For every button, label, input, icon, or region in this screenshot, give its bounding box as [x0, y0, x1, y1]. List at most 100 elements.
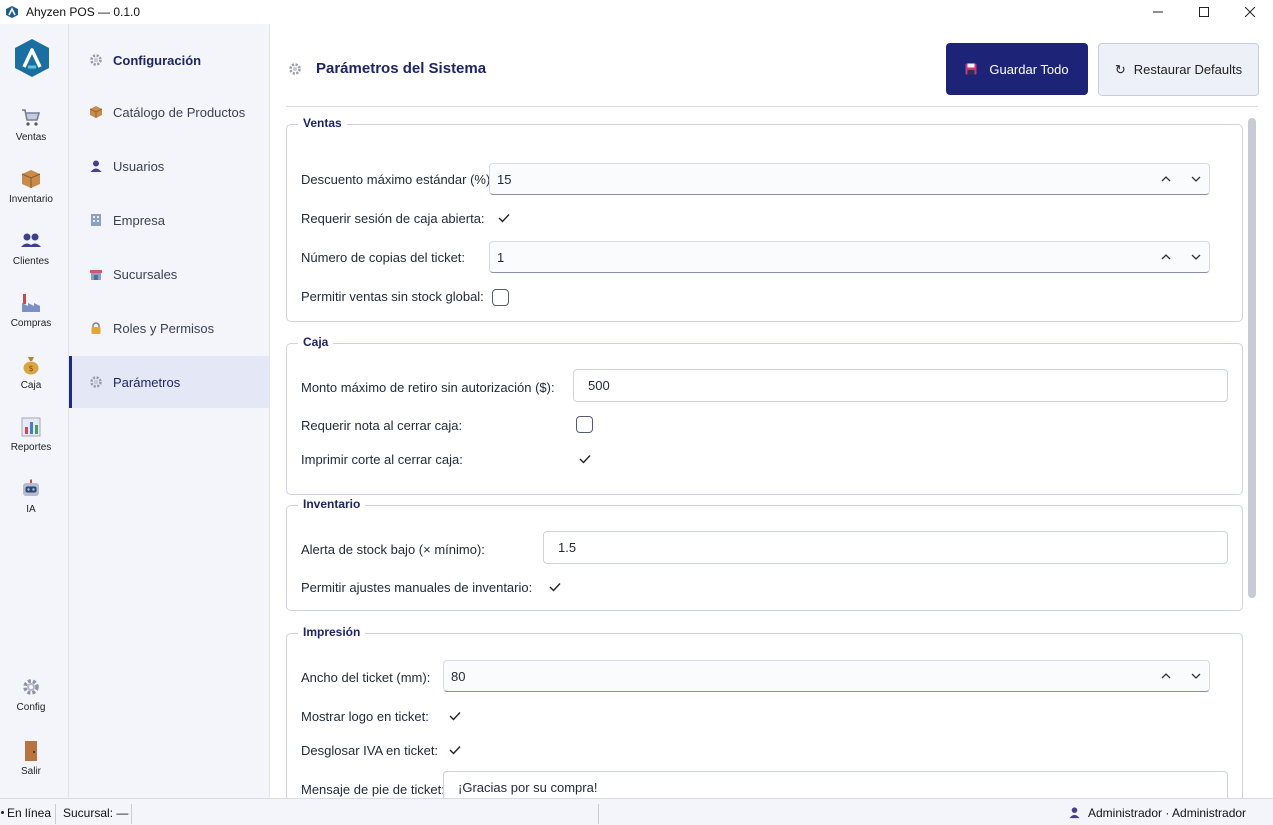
main-panel: Parámetros del Sistema Guardar Todo ↻ Re…: [270, 24, 1273, 798]
factory-icon: [22, 294, 40, 312]
sesion-checkbox[interactable]: [495, 209, 513, 227]
nav-item-ia[interactable]: IA: [0, 478, 62, 515]
nota-label: Requerir nota al cerrar caja:: [301, 418, 463, 433]
gear-icon: [90, 54, 102, 66]
nav-item-reportes[interactable]: Reportes: [0, 416, 62, 453]
nav-item-caja[interactable]: $ Caja: [0, 354, 62, 391]
sidebar-item-label: Catálogo de Productos: [113, 104, 246, 120]
alerta-input[interactable]: 1.5: [543, 531, 1228, 564]
building-icon: [91, 214, 101, 226]
connection-status: En línea: [0, 799, 51, 825]
chevron-up-icon[interactable]: [1159, 172, 1173, 186]
nav-label: Clientes: [12, 256, 50, 267]
parameters-scroll-area[interactable]: Ventas Descuento máximo estándar (%): 15…: [270, 110, 1273, 798]
group-legend: Ventas: [298, 116, 347, 130]
sidebar-item-roles[interactable]: Roles y Permisos: [69, 302, 269, 354]
group-caja: Caja Monto máximo de retiro sin autoriza…: [286, 335, 1243, 495]
close-button[interactable]: [1227, 0, 1273, 24]
gear-icon: [289, 62, 301, 75]
ancho-label: Ancho del ticket (mm):: [301, 670, 431, 685]
ajustes-checkbox[interactable]: [546, 578, 564, 596]
sidebar-item-parametros[interactable]: Parámetros: [69, 356, 269, 408]
nav-label: Reportes: [10, 442, 52, 453]
sidebar-item-usuarios[interactable]: Usuarios: [69, 140, 269, 192]
status-divider: [598, 804, 599, 824]
nav-item-inventario[interactable]: Inventario: [0, 168, 62, 205]
minimize-button[interactable]: [1135, 0, 1181, 24]
nav-item-clientes[interactable]: Clientes: [0, 230, 62, 267]
restore-defaults-button[interactable]: ↻ Restaurar Defaults: [1098, 43, 1259, 96]
user-status: Administrador · Administrador: [1068, 799, 1246, 825]
status-bar: En línea Sucursal: — Administrador · Adm…: [0, 798, 1273, 825]
store-icon: [90, 270, 102, 280]
page-header: Parámetros del Sistema Guardar Todo ↻ Re…: [270, 24, 1273, 108]
chevron-down-icon[interactable]: [1189, 172, 1203, 186]
corte-label: Imprimir corte al cerrar caja:: [301, 452, 463, 467]
group-inventario: Inventario Alerta de stock bajo (× mínim…: [286, 497, 1243, 611]
cart-icon: [22, 109, 41, 126]
copias-value: 1: [497, 249, 505, 265]
field-descuento-label-row: Descuento máximo estándar (%):: [301, 172, 494, 187]
descuento-label: Descuento máximo estándar (%):: [301, 172, 494, 187]
nav-item-compras[interactable]: Compras: [0, 292, 62, 329]
maximize-button[interactable]: [1181, 0, 1227, 24]
users-icon: [21, 233, 41, 247]
nav-label: IA: [26, 504, 36, 515]
status-divider: [55, 804, 56, 824]
nota-checkbox[interactable]: [576, 416, 593, 433]
sidebar-item-label: Roles y Permisos: [113, 320, 215, 336]
main-nav: Ventas Inventario Clientes Compras $ Caj…: [0, 24, 69, 798]
sidebar-item-catalogo[interactable]: Catálogo de Productos: [69, 86, 269, 138]
user-text: Administrador · Administrador: [1088, 805, 1247, 820]
sidebar-item-label: Usuarios: [113, 158, 165, 174]
vertical-scrollbar[interactable]: [1248, 118, 1256, 598]
nav-item-config[interactable]: Config: [0, 676, 62, 713]
field-corte-row: Imprimir corte al cerrar caja:: [301, 452, 463, 467]
copias-spinbox[interactable]: 1: [489, 241, 1210, 273]
chevron-down-icon[interactable]: [1189, 250, 1203, 264]
sidebar-item-sucursales[interactable]: Sucursales: [69, 248, 269, 300]
field-retiro-label-row: Monto máximo de retiro sin autorización …: [301, 380, 555, 395]
chevron-down-icon[interactable]: [1189, 669, 1203, 683]
mensaje-input[interactable]: ¡Gracias por su compra!: [443, 771, 1228, 798]
sucursal-status: Sucursal: —: [63, 799, 128, 825]
gear-icon: [23, 679, 39, 695]
save-all-button[interactable]: Guardar Todo: [946, 43, 1088, 95]
logo-checkbox[interactable]: [446, 707, 464, 725]
retiro-input[interactable]: 500: [573, 369, 1228, 402]
nav-label: Inventario: [9, 194, 53, 205]
nav-item-ventas[interactable]: Ventas: [0, 106, 62, 143]
logo-label: Mostrar logo en ticket:: [301, 709, 429, 724]
group-impresion: Impresión Ancho del ticket (mm): 80 Most…: [286, 625, 1243, 798]
sidebar-item-label: Sucursales: [113, 266, 178, 282]
checkmark-icon: [549, 583, 561, 592]
chevron-up-icon[interactable]: [1159, 250, 1173, 264]
sidebar-header: Configuración: [69, 34, 269, 86]
group-legend: Inventario: [298, 497, 366, 511]
corte-checkbox[interactable]: [576, 450, 594, 468]
connection-text: En línea: [7, 805, 52, 820]
door-icon: [25, 741, 37, 761]
field-nota-row: Requerir nota al cerrar caja:: [301, 418, 462, 433]
field-mensaje-label-row: Mensaje de pie de ticket:: [301, 782, 445, 797]
nav-label: Compras: [10, 318, 52, 329]
online-dot-icon: [1, 811, 4, 814]
nav-item-salir[interactable]: Salir: [0, 740, 62, 777]
sin-stock-checkbox[interactable]: [492, 289, 509, 306]
descuento-spinbox[interactable]: 15: [489, 163, 1210, 195]
minimize-icon: [1153, 11, 1163, 13]
package-icon: [89, 106, 103, 118]
nav-label: Caja: [20, 380, 42, 391]
sin-stock-label: Permitir ventas sin stock global:: [301, 289, 484, 304]
field-copias-label-row: Número de copias del ticket:: [301, 250, 465, 265]
field-logo-row: Mostrar logo en ticket:: [301, 709, 429, 724]
ancho-spinbox[interactable]: 80: [443, 660, 1210, 692]
lock-icon: [91, 322, 101, 334]
group-legend: Impresión: [298, 625, 366, 639]
sidebar-item-empresa[interactable]: Empresa: [69, 194, 269, 246]
chevron-up-icon[interactable]: [1159, 669, 1173, 683]
field-ajustes-row: Permitir ajustes manuales de inventario:: [301, 580, 532, 595]
nav-label: Config: [16, 702, 46, 713]
restore-defaults-label: Restaurar Defaults: [1133, 62, 1243, 77]
iva-checkbox[interactable]: [446, 741, 464, 759]
